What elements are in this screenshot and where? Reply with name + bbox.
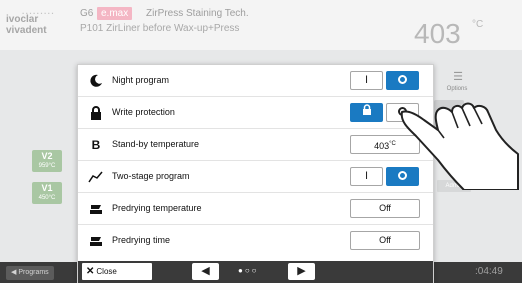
night-program-label: Night program	[112, 75, 170, 85]
current-temperature: 403	[414, 18, 461, 49]
standby-temperature-label: Stand-by temperature	[112, 139, 200, 149]
row-night-program: Night program I	[78, 65, 433, 97]
arrow-left-icon: ◀	[201, 265, 210, 277]
tile-v1-label: V1	[41, 183, 53, 193]
program-options-dialog: Night program I Write protection B Stand…	[77, 64, 434, 283]
program-name: ZirPress Staining Tech.	[146, 8, 249, 19]
programs-button[interactable]: ◀ Programs	[6, 266, 54, 280]
row-predrying-time: Predrying time Off	[78, 225, 433, 257]
clock: :04:49	[475, 266, 503, 277]
next-page-button[interactable]: ▶	[288, 263, 315, 280]
night-icon	[88, 73, 104, 89]
row-two-stage-program: Two-stage program I	[78, 161, 433, 193]
tile-v2-value: 959°C	[38, 163, 56, 169]
predry-icon	[88, 201, 104, 217]
predrying-temperature-button[interactable]: Off	[350, 199, 420, 218]
hand-pointer-icon	[400, 102, 519, 190]
tile-v1[interactable]: V1 450°C	[32, 182, 62, 204]
write-protection-label: Write protection	[112, 107, 175, 117]
predrying-time-label: Predrying time	[112, 235, 171, 245]
lock-icon	[362, 104, 371, 115]
row-standby-temperature: B Stand-by temperature 403°C	[78, 129, 433, 161]
row-predrying-temperature: Predrying temperature Off	[78, 193, 433, 225]
tile-v1-value: 450°C	[38, 195, 56, 201]
previous-page-button[interactable]: ◀	[192, 263, 219, 280]
temperature-unit: °C	[472, 19, 484, 30]
two-stage-off-button[interactable]: I	[350, 167, 383, 186]
close-icon: ✕	[86, 266, 95, 277]
program-code: G6	[80, 8, 94, 19]
programs-label: Programs	[18, 269, 49, 276]
predry-icon	[88, 233, 104, 249]
predrying-temperature-label: Predrying temperature	[112, 203, 202, 213]
row-write-protection: Write protection	[78, 97, 433, 129]
program-brand-badge: e.max	[97, 7, 133, 20]
program-subtitle: P101 ZirLiner before Wax-up+Press	[80, 23, 240, 34]
b-icon: B	[91, 138, 101, 152]
dialog-footer: ✕ Close ◀ ●○○ ▶	[78, 261, 433, 283]
standby-temperature-value: 403	[374, 141, 390, 151]
tile-v2-label: V2	[41, 151, 53, 161]
write-protection-lock-button[interactable]	[350, 103, 383, 122]
logo-line-2: vivadent	[6, 25, 47, 36]
arrow-right-icon: ▶	[297, 265, 306, 277]
night-program-off-button[interactable]: I	[350, 71, 383, 90]
tile-v2[interactable]: V2 959°C	[32, 150, 62, 172]
two-stage-program-label: Two-stage program	[112, 171, 190, 181]
close-button[interactable]: ✕ Close	[82, 263, 152, 280]
brand-logo: ········· ivoclar vivadent	[6, 9, 70, 36]
header-bar: ········· ivoclar vivadent G6 e.max ZirP…	[0, 0, 522, 50]
two-stage-icon	[88, 169, 104, 185]
close-label: Close	[96, 267, 117, 276]
furnace-screen: ········· ivoclar vivadent G6 e.max ZirP…	[0, 0, 522, 283]
lock-icon	[88, 105, 104, 121]
page-indicator: ●○○	[238, 266, 259, 275]
predrying-time-button[interactable]: Off	[350, 231, 420, 250]
